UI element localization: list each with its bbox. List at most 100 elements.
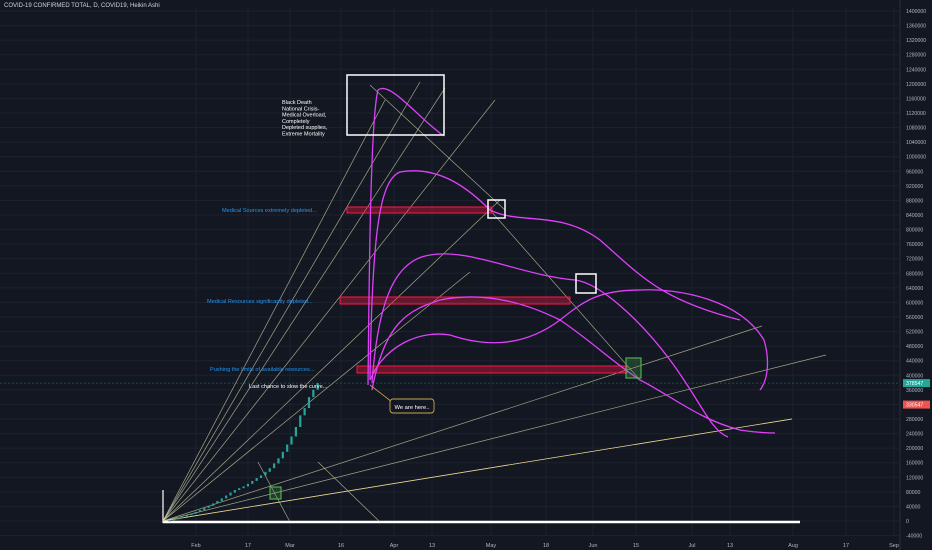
candle: [242, 486, 245, 489]
y-tick-label: 1280000: [906, 53, 926, 59]
projection-curve: [367, 87, 445, 386]
y-tick-label: 80000: [906, 490, 921, 496]
y-tick-label: 560000: [906, 315, 923, 321]
y-tick-label: 1320000: [906, 38, 926, 44]
annotation-resource: Pushing the limits of available resource…: [210, 367, 315, 373]
y-tick-label: 600000: [906, 300, 923, 306]
callout-label: We are here..: [394, 405, 429, 411]
y-tick-label: 240000: [906, 432, 923, 438]
y-tick-label: 1160000: [906, 96, 926, 102]
candle: [303, 408, 306, 416]
x-tick-label: Jul: [688, 543, 695, 549]
y-tick-label: 920000: [906, 184, 923, 190]
candle: [281, 451, 284, 459]
annotation-resource: Medical Resources significantly depleted…: [207, 299, 313, 305]
resource-zone: [356, 365, 628, 374]
price-label: 378547: [906, 381, 923, 387]
y-tick-label: 480000: [906, 344, 923, 350]
candle: [177, 518, 180, 520]
x-tick-label: May: [486, 543, 497, 549]
candle: [185, 515, 188, 517]
candle: [229, 492, 232, 496]
y-tick-label: 1360000: [906, 24, 926, 30]
y-tick-label: -40000: [906, 534, 922, 540]
y-tick-label: 680000: [906, 271, 923, 277]
candle: [255, 478, 258, 481]
candle: [290, 436, 293, 445]
x-tick-label: Feb: [191, 543, 200, 549]
candle: [286, 444, 289, 452]
y-tick-label: 0: [906, 519, 909, 525]
fan-line: [162, 271, 471, 522]
candle: [268, 468, 271, 472]
x-tick-label: Apr: [390, 543, 399, 549]
y-tick-label: 160000: [906, 461, 923, 467]
x-tick-label: 13: [727, 543, 733, 549]
candle: [198, 510, 202, 512]
y-tick-label: 1400000: [906, 9, 926, 15]
candle: [273, 463, 276, 469]
candle: [259, 475, 263, 479]
y-tick-label: 1200000: [906, 82, 926, 88]
fan-line: [369, 84, 506, 211]
x-tick-label: Mar: [285, 543, 295, 549]
y-tick-label: 840000: [906, 213, 923, 219]
y-tick-label: 640000: [906, 286, 923, 292]
candle: [220, 498, 223, 501]
y-tick-label: 120000: [906, 475, 923, 481]
candle: [203, 507, 206, 511]
y-tick-label: 720000: [906, 257, 923, 263]
y-tick-label: 1040000: [906, 140, 926, 146]
candle: [172, 519, 175, 521]
y-tick-label: 40000: [906, 504, 921, 510]
x-tick-label: Aug: [788, 543, 798, 549]
candle: [277, 458, 280, 464]
x-tick-label: Jun: [589, 543, 598, 549]
y-tick-label: 880000: [906, 198, 923, 204]
annotation-black-death: Black Death National Crisis-Medical Overl…: [282, 100, 328, 138]
candle: [190, 513, 193, 516]
y-tick-label: 440000: [906, 359, 923, 365]
y-tick-label: 400000: [906, 373, 923, 379]
y-tick-label: 800000: [906, 228, 923, 234]
candle: [238, 488, 241, 491]
candle: [307, 397, 311, 409]
trend-line-yellow: [162, 418, 793, 522]
fan-line: [162, 99, 496, 522]
candle: [207, 505, 210, 508]
callout-pointer: [369, 384, 393, 403]
candle: [225, 495, 228, 499]
x-tick-label: 18: [543, 543, 549, 549]
fan-line: [489, 209, 641, 381]
candle: [294, 427, 297, 437]
annotation-last-chance: Last chance to slow the curve...: [249, 384, 328, 390]
fan-line: [162, 354, 827, 522]
x-tick-label: 17: [843, 543, 849, 549]
y-tick-label: 360000: [906, 388, 923, 394]
y-tick-label: 960000: [906, 169, 923, 175]
y-tick-label: 760000: [906, 242, 923, 248]
candle: [168, 520, 171, 522]
candle: [299, 415, 302, 428]
chart-canvas[interactable]: 1400000 1360000 1320000 1280000 1240000 12000…: [0, 0, 932, 550]
x-tick-label: 17: [245, 543, 251, 549]
candle: [233, 490, 236, 493]
y-tick-label: 1120000: [906, 111, 926, 117]
price-label: 330547: [906, 403, 923, 409]
y-tick-label: 1000000: [906, 155, 926, 161]
candle: [312, 389, 315, 398]
x-tick-label: Sep: [889, 543, 899, 549]
x-tick-label: 15: [633, 543, 639, 549]
candle: [251, 480, 254, 484]
green-marker-box-small: [269, 486, 282, 500]
candle: [181, 516, 184, 519]
candle: [246, 483, 250, 487]
y-tick-label: 1080000: [906, 126, 926, 132]
y-tick-label: 280000: [906, 417, 923, 423]
y-tick-label: 200000: [906, 446, 923, 452]
x-tick-label: 16: [338, 543, 344, 549]
y-tick-label: 520000: [906, 330, 923, 336]
y-tick-label: 1240000: [906, 67, 926, 73]
candle: [264, 471, 267, 476]
candle: [194, 511, 197, 514]
